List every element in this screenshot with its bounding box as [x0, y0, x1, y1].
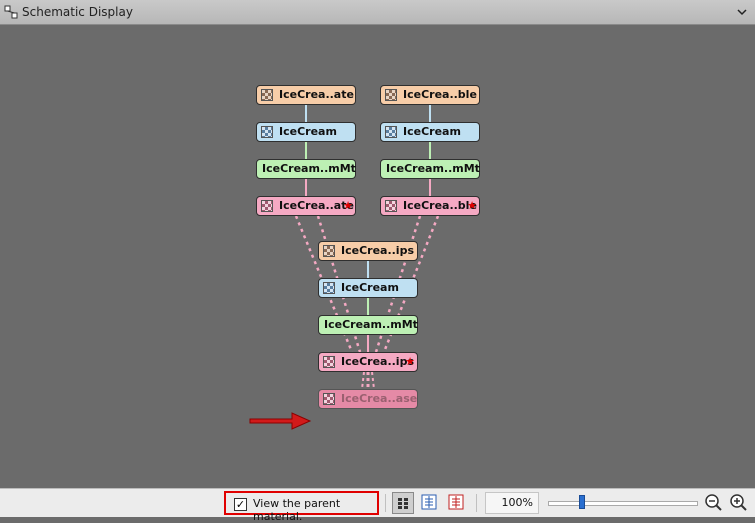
red-tree-view-icon — [448, 494, 464, 510]
zoom-in-button[interactable] — [728, 492, 750, 514]
node-left-mtl[interactable]: IceCream..mMt — [256, 159, 356, 179]
node-mid-mtl[interactable]: IceCream..mMt — [318, 315, 418, 335]
node-right-top[interactable]: IceCrea..ble — [380, 85, 480, 105]
node-label: IceCrea..ate — [279, 88, 354, 101]
red-tree-view-button[interactable] — [446, 492, 468, 514]
material-checker-icon — [323, 356, 335, 368]
node-mid-top[interactable]: IceCrea..ips — [318, 241, 418, 261]
material-checker-icon — [261, 126, 273, 138]
node-right-base[interactable]: IceCream — [380, 122, 480, 142]
node-mid-composite[interactable]: IceCrea..ips ★ — [318, 352, 418, 372]
node-parent-material[interactable]: IceCrea..ase — [318, 389, 418, 409]
node-mid-base[interactable]: IceCream — [318, 278, 418, 298]
star-icon: ★ — [343, 199, 353, 212]
title-bar: Schematic Display — [0, 0, 755, 25]
zoom-out-icon — [705, 494, 722, 511]
material-checker-icon — [385, 126, 397, 138]
node-label: IceCrea..ase — [341, 392, 418, 405]
tree-view-button[interactable] — [419, 492, 441, 514]
material-checker-icon — [261, 89, 273, 101]
parent-material-highlight: ✓ View the parent material. — [224, 491, 379, 523]
node-label: IceCream — [341, 281, 399, 294]
node-label: IceCream..mMt — [262, 162, 356, 175]
star-icon: ★ — [405, 355, 415, 368]
zoom-in-icon — [730, 494, 747, 511]
material-checker-icon — [323, 245, 335, 257]
window-title: Schematic Display — [22, 5, 133, 19]
node-left-top[interactable]: IceCrea..ate — [256, 85, 356, 105]
node-label: IceCream — [279, 125, 337, 138]
material-checker-icon — [323, 393, 335, 405]
node-label: IceCream..mMt — [324, 318, 418, 331]
view-parent-label[interactable]: View the parent material. — [253, 497, 377, 523]
node-label: IceCrea..ble — [403, 88, 477, 101]
zoom-level-field[interactable]: 100% — [485, 492, 539, 514]
node-label: IceCrea..ble — [403, 199, 477, 212]
divider — [476, 494, 477, 512]
schematic-canvas[interactable]: IceCrea..ate IceCream IceCream..mMt IceC… — [0, 25, 755, 488]
schematic-icon — [4, 5, 18, 19]
chevron-down-icon[interactable] — [737, 7, 747, 17]
status-bar: ✓ View the parent material. 100% — [0, 488, 755, 523]
node-right-mtl[interactable]: IceCream..mMt — [380, 159, 480, 179]
material-checker-icon — [385, 200, 397, 212]
list-view-icon — [398, 498, 408, 509]
view-parent-checkbox[interactable]: ✓ — [234, 498, 247, 511]
divider — [385, 494, 386, 512]
zoom-slider-thumb[interactable] — [579, 495, 585, 509]
material-checker-icon — [323, 282, 335, 294]
node-left-base[interactable]: IceCream — [256, 122, 356, 142]
node-label: IceCrea..ips — [341, 355, 415, 368]
star-icon: ★ — [467, 199, 477, 212]
zoom-slider-track[interactable] — [548, 501, 698, 506]
node-label: IceCream — [403, 125, 461, 138]
material-checker-icon — [385, 89, 397, 101]
list-view-button[interactable] — [392, 492, 414, 514]
node-label: IceCream..mMt — [386, 162, 480, 175]
material-checker-icon — [261, 200, 273, 212]
node-left-composite[interactable]: IceCrea..ate ★ — [256, 196, 356, 216]
node-label: IceCrea..ips — [341, 244, 415, 257]
zoom-out-button[interactable] — [703, 492, 725, 514]
tree-view-icon — [421, 494, 437, 510]
red-arrow-icon — [249, 412, 312, 430]
node-right-composite[interactable]: IceCrea..ble ★ — [380, 196, 480, 216]
